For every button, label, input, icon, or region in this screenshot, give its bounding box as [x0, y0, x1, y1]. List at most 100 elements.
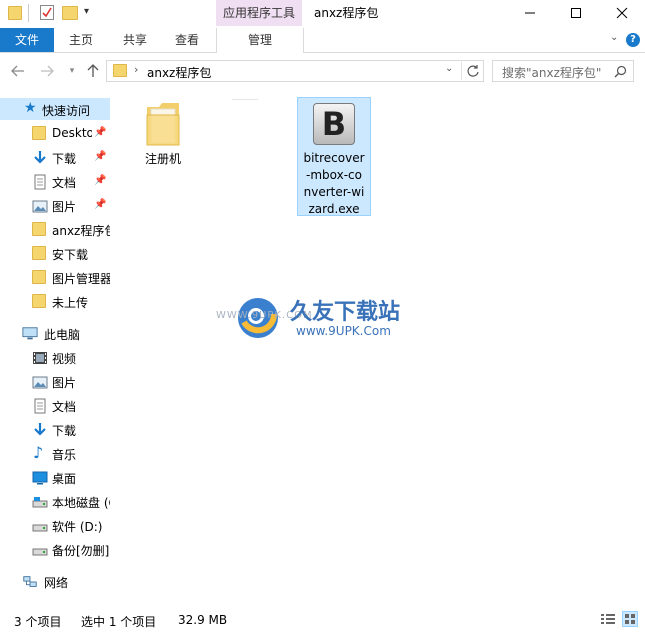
- nav-label: 下载: [52, 424, 77, 438]
- arrow-left-icon: [11, 65, 24, 77]
- pin-icon[interactable]: 📌: [94, 199, 106, 210]
- nav-label: 图片: [52, 376, 77, 390]
- file-name-line: bitrecover: [303, 151, 365, 165]
- recent-locations-icon[interactable]: ▾: [63, 62, 81, 80]
- help-icon[interactable]: ?: [626, 33, 640, 47]
- address-dropdown-icon[interactable]: ⌄: [445, 63, 453, 74]
- breadcrumb-chevron-icon[interactable]: ›: [134, 63, 138, 76]
- nav-label: 桌面: [52, 472, 77, 486]
- back-button[interactable]: [9, 62, 27, 80]
- nav-label: 本地磁盘 (C:): [52, 496, 110, 510]
- forward-button[interactable]: [38, 62, 56, 80]
- watermark-brand: 久友下载站: [290, 300, 401, 325]
- expand-ribbon-icon[interactable]: ⌄: [610, 32, 618, 43]
- document-icon: [34, 174, 46, 190]
- close-icon: [616, 7, 628, 19]
- status-item-count: 3 个项目: [14, 615, 62, 629]
- nav-label: 此电脑: [44, 328, 81, 342]
- tab-file[interactable]: 文件: [0, 28, 54, 52]
- nav-item-downloads[interactable]: 下载 📌: [0, 147, 110, 169]
- address-bar[interactable]: › anxz程序包 ⌄: [106, 60, 484, 82]
- tab-home[interactable]: 主页: [58, 28, 104, 52]
- nav-item-backup[interactable]: 备份[勿删]: [0, 539, 110, 561]
- minimize-icon: [525, 12, 535, 14]
- nav-item-pictures[interactable]: 图片 📌: [0, 195, 110, 217]
- computer-icon: [22, 327, 38, 340]
- pin-icon[interactable]: 📌: [94, 151, 106, 162]
- nav-label: 网络: [44, 576, 69, 590]
- customize-quick-access-icon[interactable]: ▾: [84, 6, 89, 17]
- nav-label: 未上传: [52, 296, 89, 310]
- folder-icon: [32, 126, 46, 140]
- search-input[interactable]: 搜索"anxz程序包": [502, 64, 601, 81]
- picture-icon: [32, 376, 48, 389]
- nav-item-pc-documents[interactable]: 文档: [0, 395, 110, 417]
- folder-icon: [32, 294, 46, 308]
- nav-label: 下载: [52, 152, 77, 166]
- arrow-up-icon: [87, 64, 99, 77]
- nav-item-documents[interactable]: 文档 📌: [0, 171, 110, 193]
- folder-icon[interactable]: [8, 6, 22, 20]
- watermark-url: www.9UPK.Com: [296, 324, 391, 338]
- file-name: 注册机: [144, 152, 181, 166]
- download-icon: [34, 423, 46, 436]
- minimize-button[interactable]: [507, 0, 553, 26]
- nav-item-videos[interactable]: 视频: [0, 347, 110, 369]
- item-placeholder: [232, 99, 258, 100]
- folder-icon: [32, 246, 46, 260]
- nav-item-local-disk-c[interactable]: 本地磁盘 (C:): [0, 491, 110, 513]
- tab-view[interactable]: 查看: [164, 28, 210, 52]
- file-name-line: zard.exe: [308, 202, 360, 216]
- nav-item-anxz[interactable]: anxz程序包: [0, 219, 110, 241]
- nav-item-not-uploaded[interactable]: 未上传: [0, 291, 110, 313]
- search-box[interactable]: 搜索"anxz程序包": [492, 60, 634, 82]
- nav-label: 视频: [52, 352, 77, 366]
- nav-item-pc-pictures[interactable]: 图片: [0, 371, 110, 393]
- context-tab-label: 应用程序工具: [222, 6, 295, 20]
- nav-label: 备份[勿删]: [52, 544, 110, 558]
- tab-manage[interactable]: 管理: [216, 28, 304, 53]
- up-button[interactable]: [84, 62, 102, 80]
- maximize-button[interactable]: [553, 0, 599, 26]
- nav-item-pc-downloads[interactable]: 下载: [0, 419, 110, 441]
- tab-share[interactable]: 共享: [112, 28, 158, 52]
- nav-label: 图片管理器: [52, 272, 110, 286]
- drive-icon: [32, 497, 48, 508]
- details-view-icon: [601, 614, 615, 624]
- large-icons-view-icon: [625, 614, 635, 624]
- context-tab-application-tools: 应用程序工具: [216, 0, 302, 26]
- nav-label: 软件 (D:): [52, 520, 103, 534]
- arrow-right-icon: [41, 65, 54, 77]
- file-item-exe[interactable]: B bitrecover -mbox-co nverter-wi zard.ex…: [297, 97, 371, 216]
- close-button[interactable]: [599, 0, 645, 26]
- details-view-button[interactable]: [600, 612, 616, 626]
- search-icon[interactable]: [614, 65, 627, 78]
- folder-icon: [32, 270, 46, 284]
- nav-quick-access[interactable]: ★ 快速访问: [0, 99, 110, 121]
- desktop-icon: [32, 471, 48, 485]
- file-name-line: nverter-wi: [303, 185, 365, 199]
- nav-this-pc[interactable]: 此电脑: [0, 323, 110, 345]
- breadcrumb-item[interactable]: anxz程序包: [147, 64, 211, 81]
- new-folder-icon[interactable]: [62, 6, 78, 20]
- status-selected: 选中 1 个项目: [81, 615, 157, 629]
- pin-icon[interactable]: 📌: [94, 175, 106, 186]
- file-item-folder[interactable]: 注册机: [132, 98, 194, 170]
- refresh-button[interactable]: [461, 62, 482, 80]
- nav-item-desktop[interactable]: Desktop 📌: [0, 123, 110, 145]
- nav-network[interactable]: 网络: [0, 571, 110, 593]
- properties-icon[interactable]: [40, 5, 54, 20]
- nav-item-desktop-pc[interactable]: 桌面: [0, 467, 110, 489]
- large-icons-view-button[interactable]: [622, 611, 638, 627]
- picture-icon: [32, 200, 48, 213]
- nav-item-music[interactable]: ♪ 音乐: [0, 443, 110, 465]
- drive-icon: [32, 548, 48, 556]
- nav-label: 快速访问: [42, 104, 91, 118]
- folder-icon: [113, 64, 127, 77]
- nav-item-software-d[interactable]: 软件 (D:): [0, 515, 110, 537]
- nav-item-picture-manager[interactable]: 图片管理器: [0, 267, 110, 289]
- pin-icon[interactable]: 📌: [94, 127, 106, 138]
- nav-item-anxiazai[interactable]: 安下载: [0, 243, 110, 265]
- document-icon: [34, 398, 46, 414]
- nav-label: 音乐: [52, 448, 77, 462]
